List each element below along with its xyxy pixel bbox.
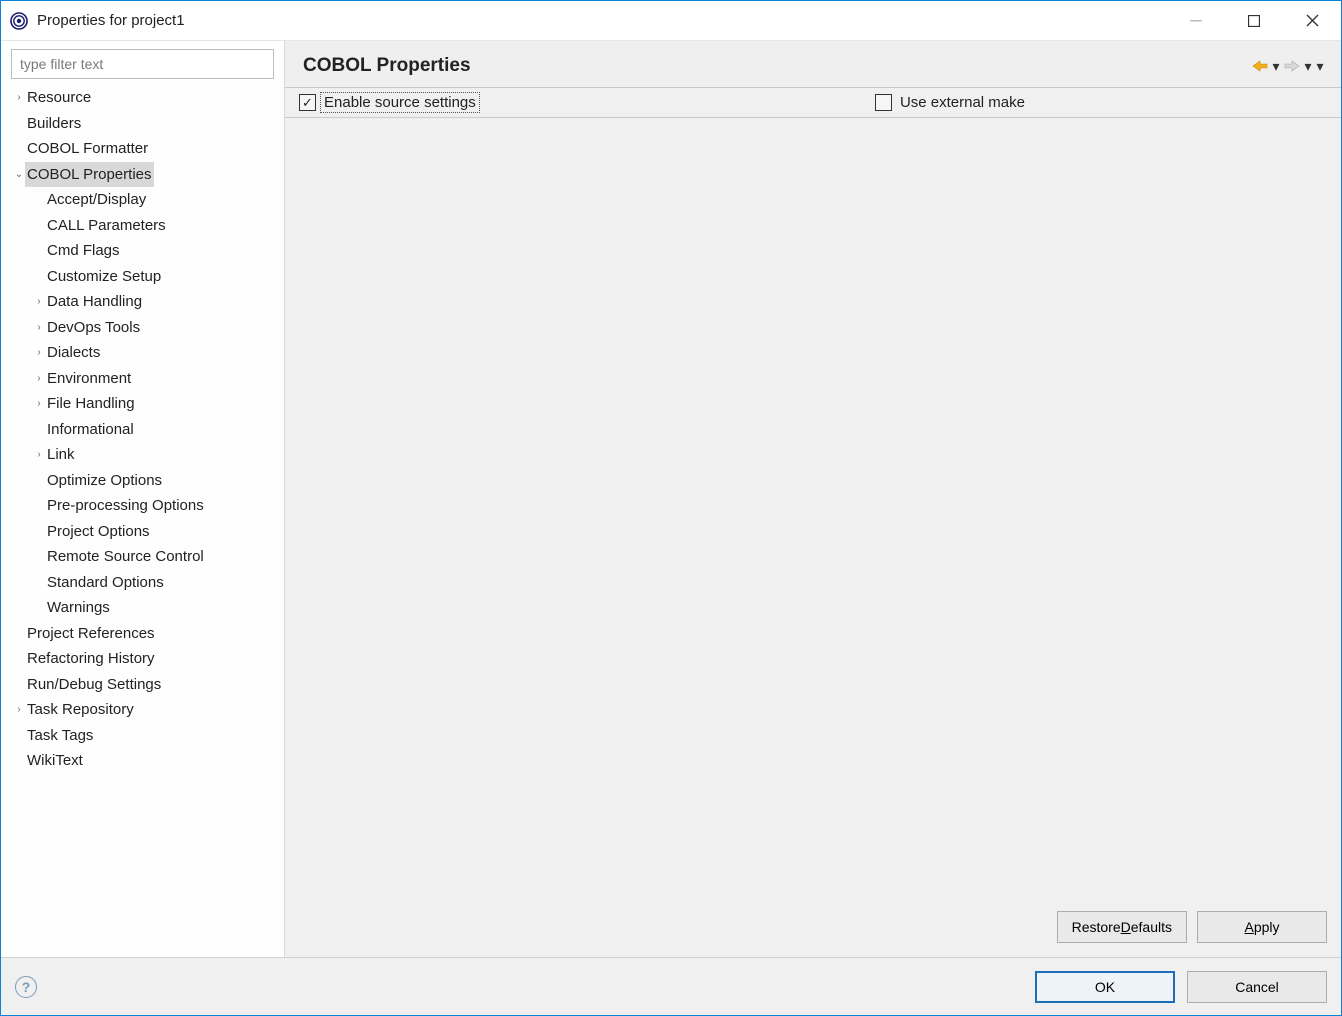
tree-item-label: CALL Parameters: [45, 213, 168, 239]
tree-item[interactable]: ›Link: [11, 442, 274, 468]
chevron-right-icon[interactable]: ›: [33, 344, 45, 361]
tree-item-label: Cmd Flags: [45, 238, 122, 264]
tree-item[interactable]: ›Data Handling: [11, 289, 274, 315]
tree-item[interactable]: ›WikiText: [11, 748, 274, 774]
titlebar: Properties for project1: [1, 1, 1341, 41]
tree-item[interactable]: ›Builders: [11, 111, 274, 137]
tree-item-label: File Handling: [45, 391, 137, 417]
use-external-make-checkbox[interactable]: [875, 94, 892, 111]
chevron-right-icon[interactable]: ›: [33, 370, 45, 387]
tree-item[interactable]: ›Environment: [11, 366, 274, 392]
tree-item-label: COBOL Formatter: [25, 136, 150, 162]
tree-item[interactable]: ›Run/Debug Settings: [11, 672, 274, 698]
tree-item-label: Remote Source Control: [45, 544, 206, 570]
chevron-right-icon[interactable]: ›: [33, 319, 45, 336]
tree-item[interactable]: ›Standard Options: [11, 570, 274, 596]
tree-item-label: Project References: [25, 621, 157, 647]
nav-menu-dropdown[interactable]: ▾: [1315, 57, 1325, 75]
tree-item[interactable]: ›Customize Setup: [11, 264, 274, 290]
properties-dialog: Properties for project1 ›Resource›Builde…: [0, 0, 1342, 1016]
enable-source-settings-option[interactable]: Enable source settings: [299, 94, 478, 111]
maximize-button[interactable]: [1225, 1, 1283, 41]
tree-item-label: DevOps Tools: [45, 315, 142, 341]
tree-item-label: Task Repository: [25, 697, 136, 723]
tree-item-label: Environment: [45, 366, 133, 392]
tree-item[interactable]: ›Cmd Flags: [11, 238, 274, 264]
cancel-button[interactable]: Cancel: [1187, 971, 1327, 1003]
tree-item-label: Standard Options: [45, 570, 166, 596]
help-icon[interactable]: ?: [15, 976, 37, 998]
tree-item[interactable]: ›COBOL Formatter: [11, 136, 274, 162]
filter-input[interactable]: [11, 49, 274, 79]
sidebar: ›Resource›Builders›COBOL Formatter⌄COBOL…: [1, 41, 285, 957]
tree-item-label: Resource: [25, 85, 93, 111]
apply-row: Restore Defaults Apply: [285, 903, 1341, 957]
chevron-right-icon[interactable]: ›: [33, 446, 45, 463]
close-button[interactable]: [1283, 1, 1341, 41]
chevron-right-icon[interactable]: ›: [33, 395, 45, 412]
content-area: [285, 118, 1341, 903]
tree-item[interactable]: ›Resource: [11, 85, 274, 111]
main-header: COBOL Properties ▾ ▾ ▾: [285, 41, 1341, 88]
tree-item[interactable]: ›DevOps Tools: [11, 315, 274, 341]
tree-item-label: Builders: [25, 111, 83, 137]
minimize-button[interactable]: [1167, 1, 1225, 41]
tree-item[interactable]: ›Remote Source Control: [11, 544, 274, 570]
tree-item-label: Refactoring History: [25, 646, 157, 672]
tree-item-label: Task Tags: [25, 723, 95, 749]
enable-source-settings-checkbox[interactable]: [299, 94, 316, 111]
tree-item[interactable]: ›Project References: [11, 621, 274, 647]
tree-item[interactable]: ›Project Options: [11, 519, 274, 545]
chevron-right-icon[interactable]: ›: [13, 701, 25, 718]
chevron-right-icon[interactable]: ›: [33, 293, 45, 310]
tree-item-label: Warnings: [45, 595, 112, 621]
tree-item-label: WikiText: [25, 748, 85, 774]
tree-item-label: Customize Setup: [45, 264, 163, 290]
tree-item[interactable]: ›Task Tags: [11, 723, 274, 749]
tree-item[interactable]: ›Pre-processing Options: [11, 493, 274, 519]
use-external-make-option[interactable]: Use external make: [875, 94, 1027, 111]
tree-item[interactable]: ›CALL Parameters: [11, 213, 274, 239]
tree-item[interactable]: ›Refactoring History: [11, 646, 274, 672]
nav-buttons: ▾ ▾ ▾: [1251, 57, 1325, 75]
page-title: COBOL Properties: [303, 55, 471, 77]
nav-back-dropdown[interactable]: ▾: [1271, 57, 1281, 75]
ok-button[interactable]: OK: [1035, 971, 1175, 1003]
tree-item-label: Dialects: [45, 340, 102, 366]
tree-item[interactable]: ›Warnings: [11, 595, 274, 621]
main-panel: COBOL Properties ▾ ▾ ▾ Enabl: [285, 41, 1341, 957]
restore-defaults-button[interactable]: Restore Defaults: [1057, 911, 1187, 943]
tree-item-label: COBOL Properties: [25, 162, 154, 188]
window-title: Properties for project1: [37, 12, 185, 29]
use-external-make-label: Use external make: [898, 94, 1027, 111]
nav-back-icon[interactable]: [1251, 57, 1269, 75]
tree-item-label: Link: [45, 442, 77, 468]
tree-item[interactable]: ›Task Repository: [11, 697, 274, 723]
tree-item-label: Accept/Display: [45, 187, 148, 213]
nav-forward-icon[interactable]: [1283, 57, 1301, 75]
tree-item[interactable]: ›Dialects: [11, 340, 274, 366]
tree-item[interactable]: ⌄COBOL Properties: [11, 162, 274, 188]
apply-button[interactable]: Apply: [1197, 911, 1327, 943]
tree-item-label: Project Options: [45, 519, 152, 545]
chevron-down-icon[interactable]: ⌄: [13, 166, 25, 183]
chevron-right-icon[interactable]: ›: [13, 89, 25, 106]
tree-item-label: Run/Debug Settings: [25, 672, 163, 698]
tree-item[interactable]: ›Informational: [11, 417, 274, 443]
enable-source-settings-label: Enable source settings: [322, 94, 478, 111]
tree-item[interactable]: ›Optimize Options: [11, 468, 274, 494]
app-icon: [9, 11, 29, 31]
options-row: Enable source settings Use external make: [285, 88, 1341, 118]
tree-item-label: Informational: [45, 417, 136, 443]
tree-item-label: Optimize Options: [45, 468, 164, 494]
properties-tree[interactable]: ›Resource›Builders›COBOL Formatter⌄COBOL…: [11, 85, 274, 947]
tree-item-label: Data Handling: [45, 289, 144, 315]
nav-forward-dropdown[interactable]: ▾: [1303, 57, 1313, 75]
dialog-footer: ? OK Cancel: [1, 957, 1341, 1015]
tree-item-label: Pre-processing Options: [45, 493, 206, 519]
tree-item[interactable]: ›File Handling: [11, 391, 274, 417]
tree-item[interactable]: ›Accept/Display: [11, 187, 274, 213]
